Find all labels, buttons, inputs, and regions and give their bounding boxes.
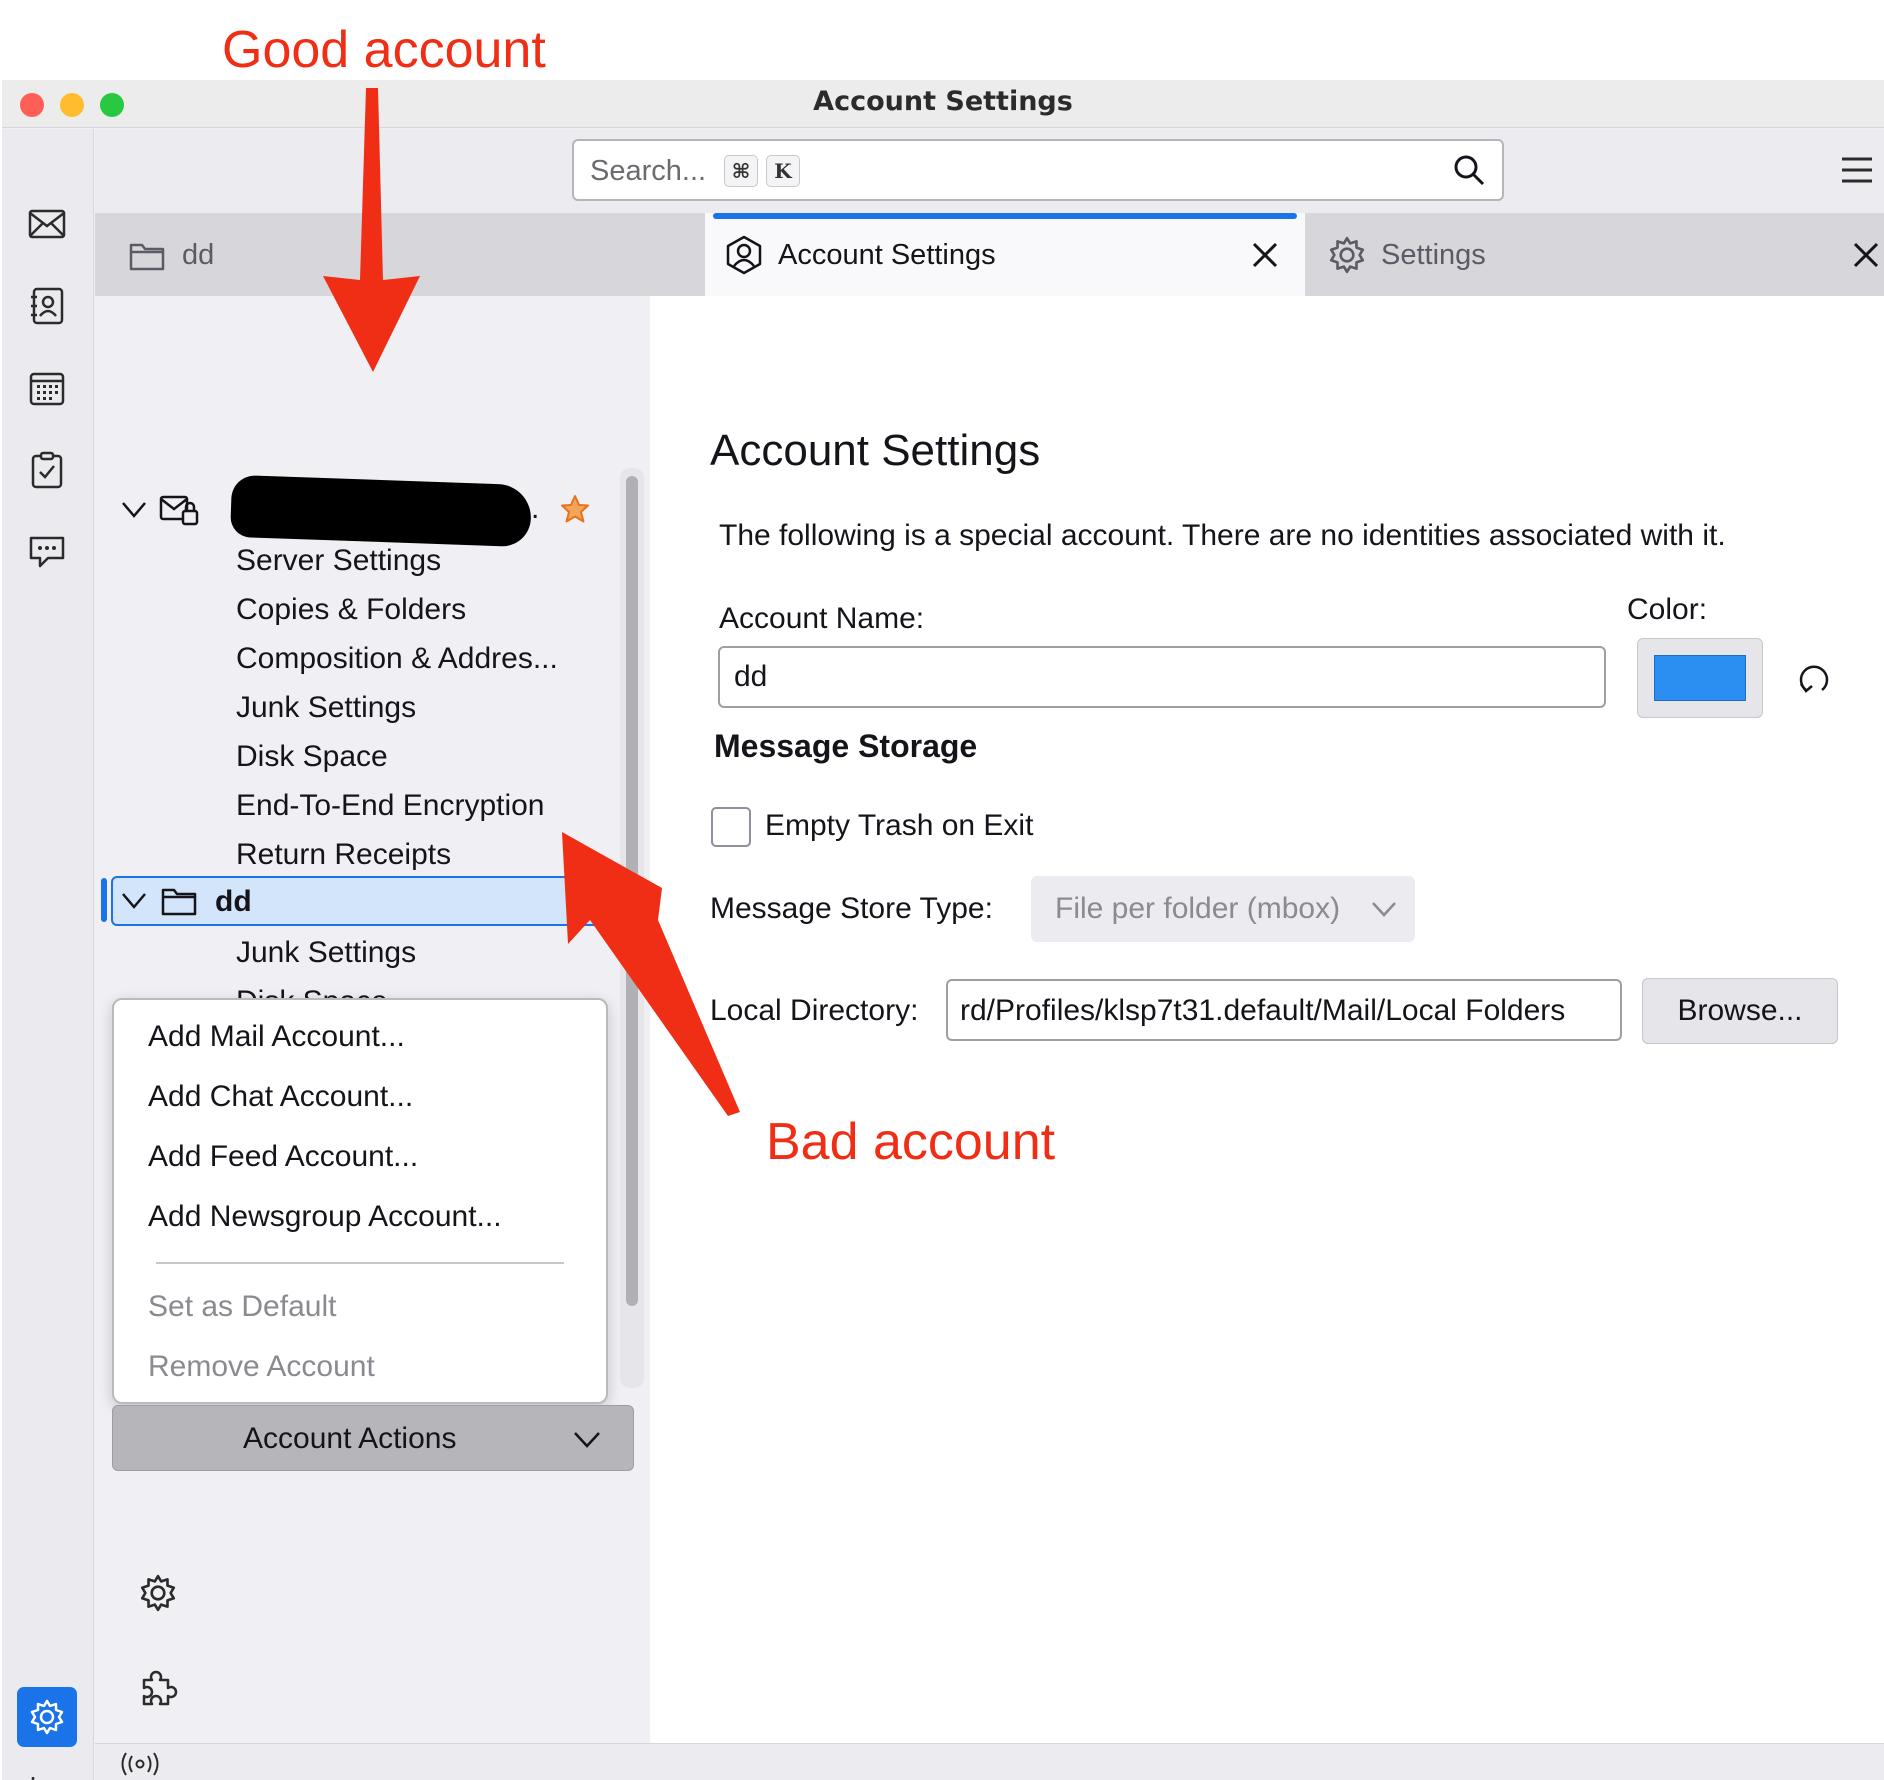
bad-account-arrow	[562, 832, 740, 1116]
annotation-arrows	[323, 88, 740, 1116]
bad-account-annotation: Bad account	[766, 1113, 1056, 1171]
good-account-arrow	[323, 88, 420, 372]
